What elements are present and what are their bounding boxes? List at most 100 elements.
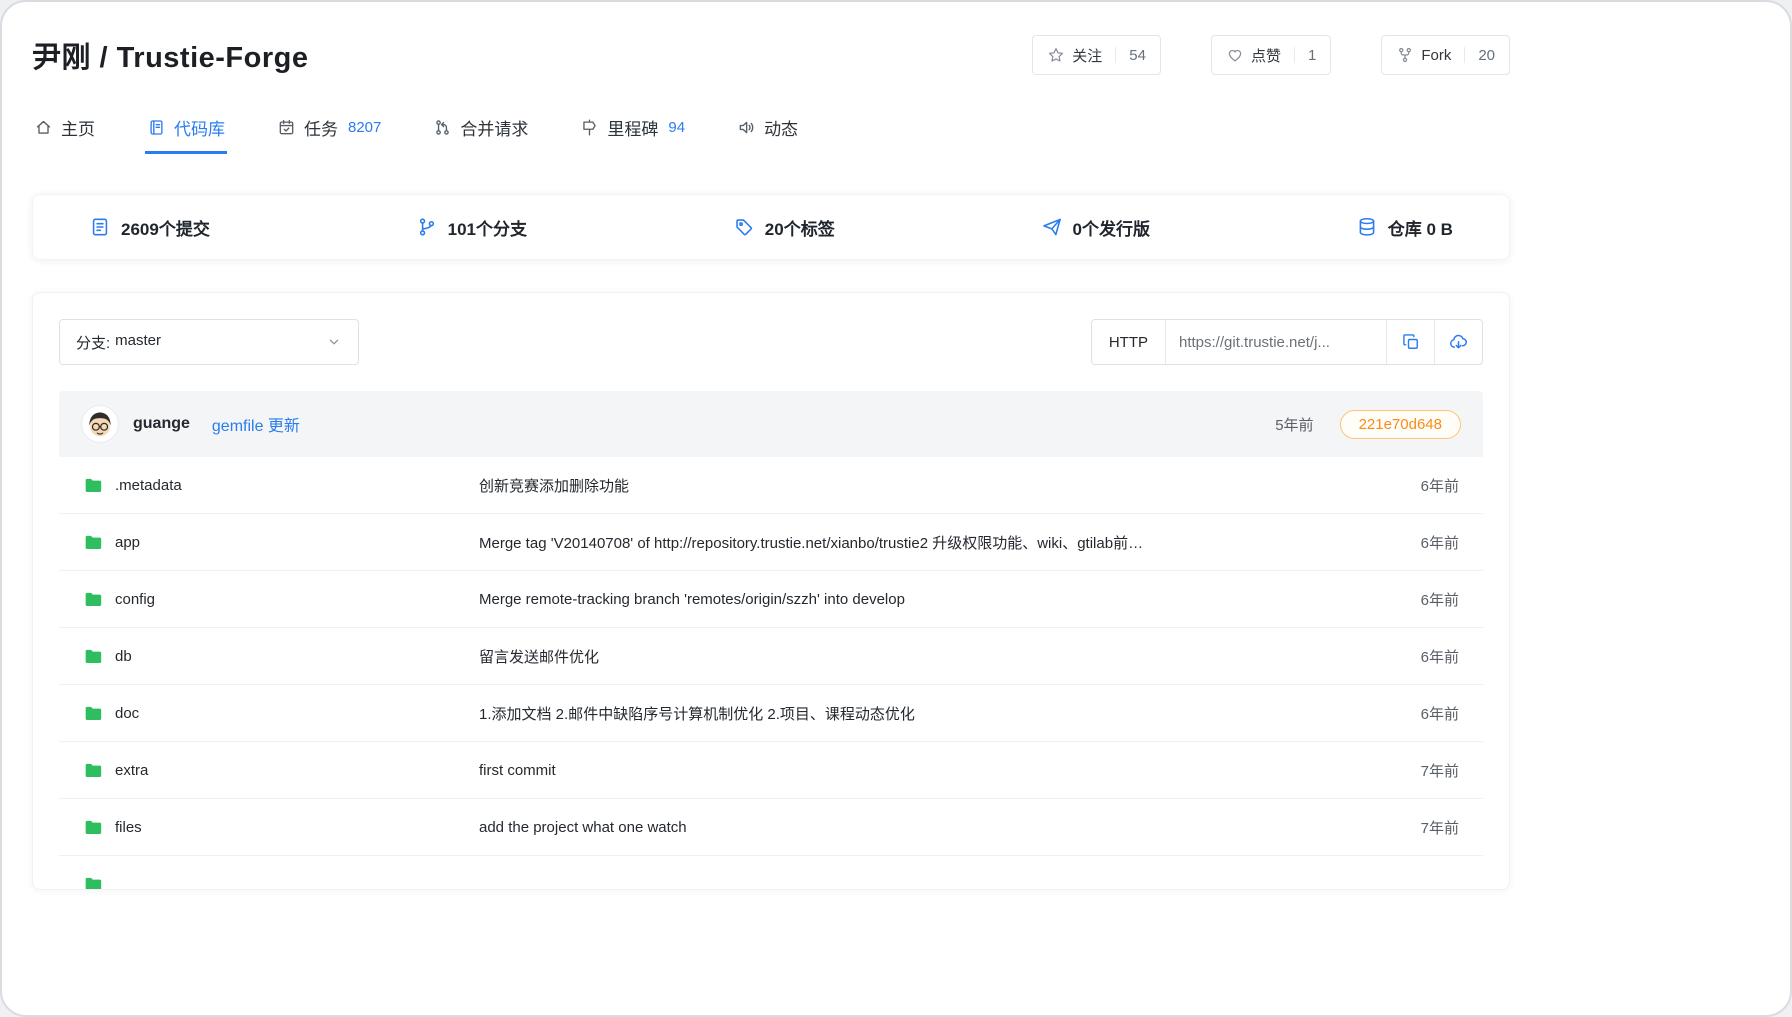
commit-message-link[interactable]: gemfile 更新 — [212, 412, 300, 436]
file-commit-message[interactable]: Merge tag 'V20140708' of http://reposito… — [479, 532, 1371, 553]
file-name[interactable]: db — [115, 648, 132, 665]
stat-releases[interactable]: 0个发行版 — [1041, 215, 1150, 240]
file-name-cell: db — [59, 646, 479, 666]
praise-button[interactable]: 点赞 1 — [1211, 35, 1331, 75]
activity-icon — [737, 118, 756, 137]
tag-icon — [733, 216, 755, 238]
file-commit-time: 7年前 — [1371, 760, 1483, 781]
table-row-partial — [59, 856, 1483, 890]
branch-icon — [416, 216, 438, 238]
file-commit-message[interactable]: 留言发送邮件优化 — [479, 646, 1371, 667]
repo-toolbar: 分支: master HTTP https://git.trustie.net/… — [59, 319, 1483, 365]
database-icon — [1356, 216, 1378, 238]
file-name[interactable]: doc — [115, 705, 139, 722]
table-row[interactable]: .metadata 创新竞赛添加删除功能 6年前 — [59, 457, 1483, 514]
fork-button[interactable]: Fork 20 — [1381, 35, 1510, 75]
folder-icon — [83, 703, 103, 723]
stat-label: 0个发行版 — [1073, 215, 1150, 240]
tab-repository[interactable]: 代码库 — [145, 104, 227, 154]
praise-count: 1 — [1308, 47, 1316, 64]
table-row[interactable]: files add the project what one watch 7年前 — [59, 799, 1483, 856]
branch-selector[interactable]: 分支: master — [59, 319, 359, 365]
commit-sha-badge[interactable]: 221e70d648 — [1340, 410, 1461, 439]
button-divider — [1294, 47, 1295, 63]
latest-commit-bar: guange gemfile 更新 5年前 221e70d648 — [59, 391, 1483, 457]
page-content: 尹刚 / Trustie-Forge 关注 54 点赞 1 — [32, 32, 1510, 890]
folder-icon — [83, 817, 103, 837]
file-name-cell: .metadata — [59, 475, 479, 495]
file-name[interactable]: .metadata — [115, 477, 182, 494]
table-row[interactable]: app Merge tag 'V20140708' of http://repo… — [59, 514, 1483, 571]
folder-icon — [83, 589, 103, 609]
merge-request-icon — [433, 118, 452, 137]
file-commit-message[interactable]: first commit — [479, 762, 1371, 779]
table-row[interactable]: config Merge remote-tracking branch 'rem… — [59, 571, 1483, 628]
repo-actions: 关注 54 点赞 1 Fork — [1032, 35, 1510, 75]
fork-icon — [1396, 46, 1414, 64]
stat-tags[interactable]: 20个标签 — [733, 215, 835, 240]
file-commit-time: 6年前 — [1371, 589, 1483, 610]
file-commit-time: 6年前 — [1371, 532, 1483, 553]
milestone-icon — [580, 118, 599, 137]
stat-label: 仓库 0 B — [1388, 215, 1453, 240]
clone-url-group: HTTP https://git.trustie.net/j... — [1091, 319, 1483, 365]
repo-file-card: 分支: master HTTP https://git.trustie.net/… — [32, 292, 1510, 890]
commits-icon — [89, 216, 111, 238]
copy-icon — [1401, 332, 1421, 352]
branch-label: 分支: — [76, 332, 110, 353]
avatar[interactable] — [81, 405, 119, 443]
commit-meta: 5年前 221e70d648 — [1275, 410, 1461, 439]
file-commit-message[interactable]: 1.添加文档 2.邮件中缺陷序号计算机制优化 2.项目、课程动态优化 — [479, 703, 1371, 724]
table-row[interactable]: extra first commit 7年前 — [59, 742, 1483, 799]
file-name-cell: config — [59, 589, 479, 609]
tab-label: 任务 — [304, 115, 338, 140]
table-row[interactable]: db 留言发送邮件优化 6年前 — [59, 628, 1483, 685]
file-commit-message[interactable]: add the project what one watch — [479, 819, 1371, 836]
repo-stats-bar: 2609个提交 101个分支 20个标签 0个发行版 — [32, 194, 1510, 260]
praise-label: 点赞 — [1251, 45, 1281, 66]
tab-label: 合并请求 — [460, 115, 528, 140]
clone-url-field[interactable]: https://git.trustie.net/j... — [1166, 320, 1386, 364]
tab-merge-requests[interactable]: 合并请求 — [431, 104, 530, 154]
tab-milestones[interactable]: 里程碑 94 — [578, 104, 687, 154]
copy-url-button[interactable] — [1386, 320, 1434, 364]
file-table: .metadata 创新竞赛添加删除功能 6年前 app Merge tag '… — [59, 457, 1483, 890]
tab-count: 8207 — [348, 119, 381, 136]
page-title: 尹刚 / Trustie-Forge — [32, 34, 308, 76]
fork-label: Fork — [1421, 47, 1451, 64]
tab-label: 动态 — [764, 115, 798, 140]
star-icon — [1047, 46, 1065, 64]
file-name-cell — [59, 874, 479, 890]
file-name[interactable]: app — [115, 534, 140, 551]
stat-label: 101个分支 — [448, 215, 527, 240]
file-name[interactable]: config — [115, 591, 155, 608]
file-name[interactable]: extra — [115, 762, 148, 779]
watch-count: 54 — [1129, 47, 1146, 64]
tab-count: 94 — [668, 119, 685, 136]
tab-activity[interactable]: 动态 — [735, 104, 800, 154]
stat-commits[interactable]: 2609个提交 — [89, 215, 210, 240]
folder-icon — [83, 475, 103, 495]
commit-author: guange — [133, 415, 190, 433]
home-icon — [34, 118, 53, 137]
table-row[interactable]: doc 1.添加文档 2.邮件中缺陷序号计算机制优化 2.项目、课程动态优化 6… — [59, 685, 1483, 742]
stat-repo-size[interactable]: 仓库 0 B — [1356, 215, 1453, 240]
file-commit-time: 7年前 — [1371, 817, 1483, 838]
stat-branches[interactable]: 101个分支 — [416, 215, 527, 240]
tab-label: 里程碑 — [607, 115, 658, 140]
watch-button[interactable]: 关注 54 — [1032, 35, 1161, 75]
file-commit-message[interactable]: 创新竞赛添加删除功能 — [479, 475, 1371, 496]
tab-home[interactable]: 主页 — [32, 104, 97, 154]
download-button[interactable] — [1434, 320, 1482, 364]
app-window: 尹刚 / Trustie-Forge 关注 54 点赞 1 — [0, 0, 1792, 1017]
repo-header: 尹刚 / Trustie-Forge 关注 54 点赞 1 — [32, 32, 1510, 78]
file-commit-message[interactable]: Merge remote-tracking branch 'remotes/or… — [479, 591, 1371, 608]
tab-issues[interactable]: 任务 8207 — [275, 104, 383, 154]
folder-icon — [83, 646, 103, 666]
repo-tabs: 主页 代码库 任务 8207 合并请求 — [32, 104, 1510, 154]
clone-protocol-button[interactable]: HTTP — [1092, 320, 1166, 364]
file-name-cell: doc — [59, 703, 479, 723]
stat-label: 20个标签 — [765, 215, 835, 240]
fork-count: 20 — [1478, 47, 1495, 64]
file-name[interactable]: files — [115, 819, 142, 836]
